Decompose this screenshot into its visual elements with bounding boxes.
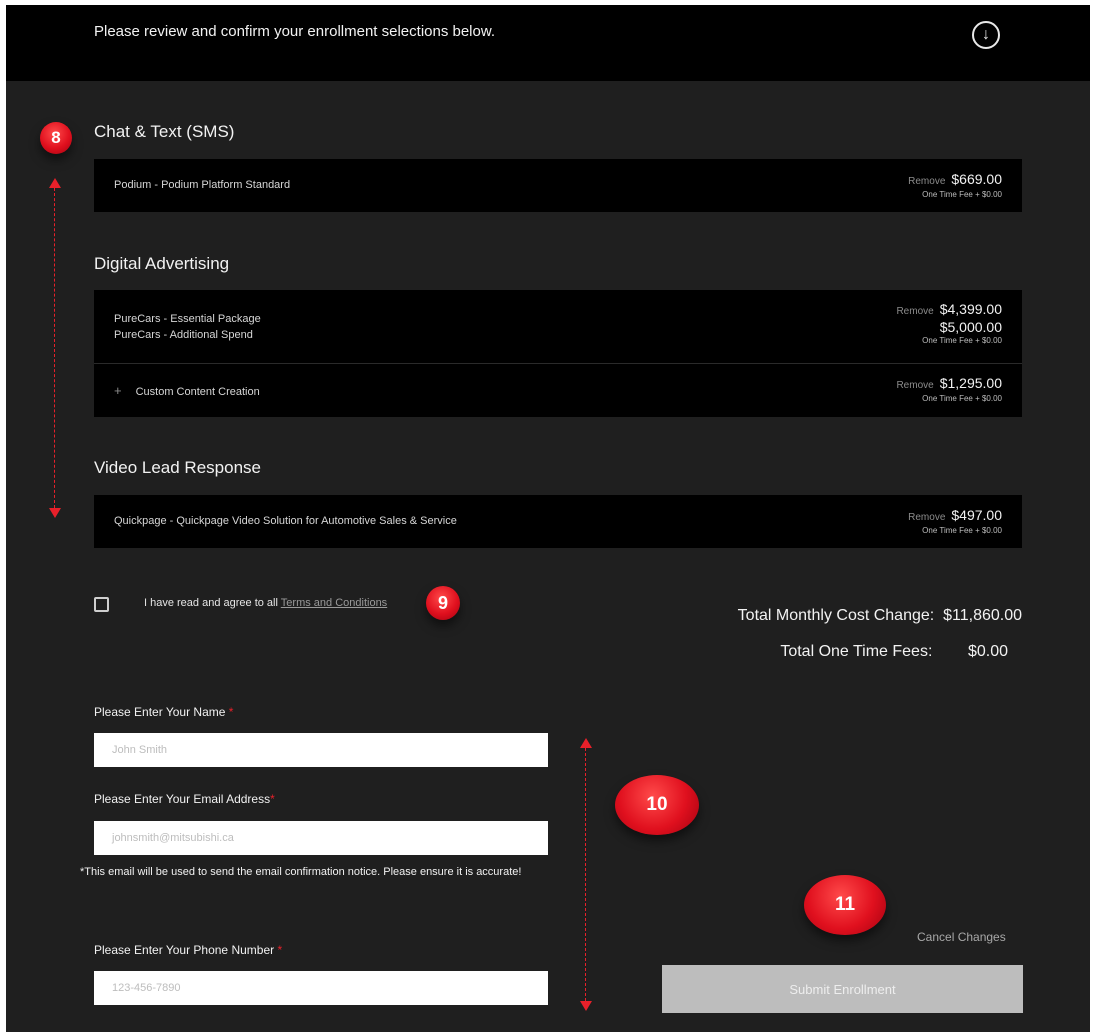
email-label-text: Please Enter Your Email Address [94,792,271,806]
item-name: Podium - Podium Platform Standard [114,179,291,191]
item-price-block: Remove $1,295.00 One Time Fee + $0.00 [896,375,1002,403]
remove-link[interactable]: Remove [908,176,945,187]
annotation-range-line [585,748,586,1001]
section-rows-digital-advertising: PureCars - Essential Package PureCars - … [94,290,1022,417]
item-fee: One Time Fee + $0.00 [922,336,1002,345]
enrollment-review-panel: Please review and confirm your enrollmen… [6,5,1090,1032]
item-price-block: Remove $4,399.00 $5,000.00 One Time Fee +… [896,301,1002,345]
required-mark: * [228,705,234,719]
remove-link[interactable]: Remove [896,306,933,317]
section-title-chat-text: Chat & Text (SMS) [94,122,235,141]
phone-label: Please Enter Your Phone Number * [94,943,282,957]
line-item-podium: Podium - Podium Platform Standard Remove… [94,159,1022,212]
header-bar: Please review and confirm your enrollmen… [6,5,1090,81]
arrow-up-icon [580,738,592,748]
name-label-text: Please Enter Your Name [94,705,229,719]
arrow-down-circle-icon[interactable]: ↓ [972,21,1000,49]
email-note: *This email will be used to send the ema… [80,866,522,878]
item-name-custom-content: + Custom Content Creation [114,383,260,398]
annotation-badge-10: 10 [615,775,699,835]
total-onetime: Total One Time Fees: $0.00 [780,643,1008,661]
header-message: Please review and confirm your enrollmen… [94,23,496,40]
annotation-badge-9: 9 [426,586,460,620]
name-label: Please Enter Your Name * [94,705,233,719]
required-mark: * [270,792,275,806]
phone-label-text: Please Enter Your Phone Number [94,943,278,957]
item-fee: One Time Fee + $0.00 [922,394,1002,403]
arrow-down-icon [49,508,61,518]
item-price-block: Remove $497.00 One Time Fee + $0.00 [908,507,1002,535]
agree-text: I have read and agree to all [144,597,281,609]
item-name: Custom Content Creation [135,386,260,398]
item-price-block: Remove $669.00 One Time Fee + $0.00 [908,171,1002,199]
total-onetime-label: Total One Time Fees: [780,643,933,660]
item-price: $669.00 [951,171,1002,187]
terms-agreement-text: I have read and agree to all Terms and C… [144,597,387,609]
email-label: Please Enter Your Email Address* [94,792,275,806]
item-fee: One Time Fee + $0.00 [922,190,1002,199]
remove-link[interactable]: Remove [908,512,945,523]
item-price: $4,399.00 [939,301,1002,317]
remove-link[interactable]: Remove [896,380,933,391]
item-name: PureCars - Additional Spend [114,329,253,341]
item-price: $5,000.00 [939,319,1002,335]
email-input[interactable]: johnsmith@mitsubishi.ca [94,821,548,855]
required-mark: * [277,943,283,957]
item-price: $497.00 [951,507,1002,523]
terms-link[interactable]: Terms and Conditions [281,597,387,609]
plus-icon[interactable]: + [114,383,122,398]
item-name: PureCars - Essential Package [114,313,261,325]
item-fee: One Time Fee + $0.00 [922,526,1002,535]
phone-input[interactable]: 123-456-7890 [94,971,548,1005]
section-title-video-lead-response: Video Lead Response [94,458,261,477]
total-monthly-value: $11,860.00 [943,607,1022,624]
item-price: $1,295.00 [939,375,1002,391]
arrow-down-icon [580,1001,592,1011]
total-monthly-label: Total Monthly Cost Change: [737,607,935,624]
submit-enrollment-button[interactable]: Submit Enrollment [662,965,1023,1013]
total-onetime-value: $0.00 [967,643,1008,660]
total-monthly: Total Monthly Cost Change: $11,860.00 [738,607,1022,625]
arrow-up-icon [49,178,61,188]
item-name: Quickpage - Quickpage Video Solution for… [114,515,457,527]
cancel-changes-link[interactable]: Cancel Changes [917,930,1006,944]
annotation-badge-8: 8 [40,122,72,154]
section-title-digital-advertising: Digital Advertising [94,254,230,273]
annotation-range-line [54,188,55,508]
terms-checkbox[interactable] [94,597,109,612]
row-divider [94,363,1022,364]
name-input[interactable]: John Smith [94,733,548,767]
line-item-quickpage: Quickpage - Quickpage Video Solution for… [94,495,1022,548]
item-names: PureCars - Essential Package PureCars - … [114,311,261,343]
annotation-badge-11: 11 [804,875,886,935]
